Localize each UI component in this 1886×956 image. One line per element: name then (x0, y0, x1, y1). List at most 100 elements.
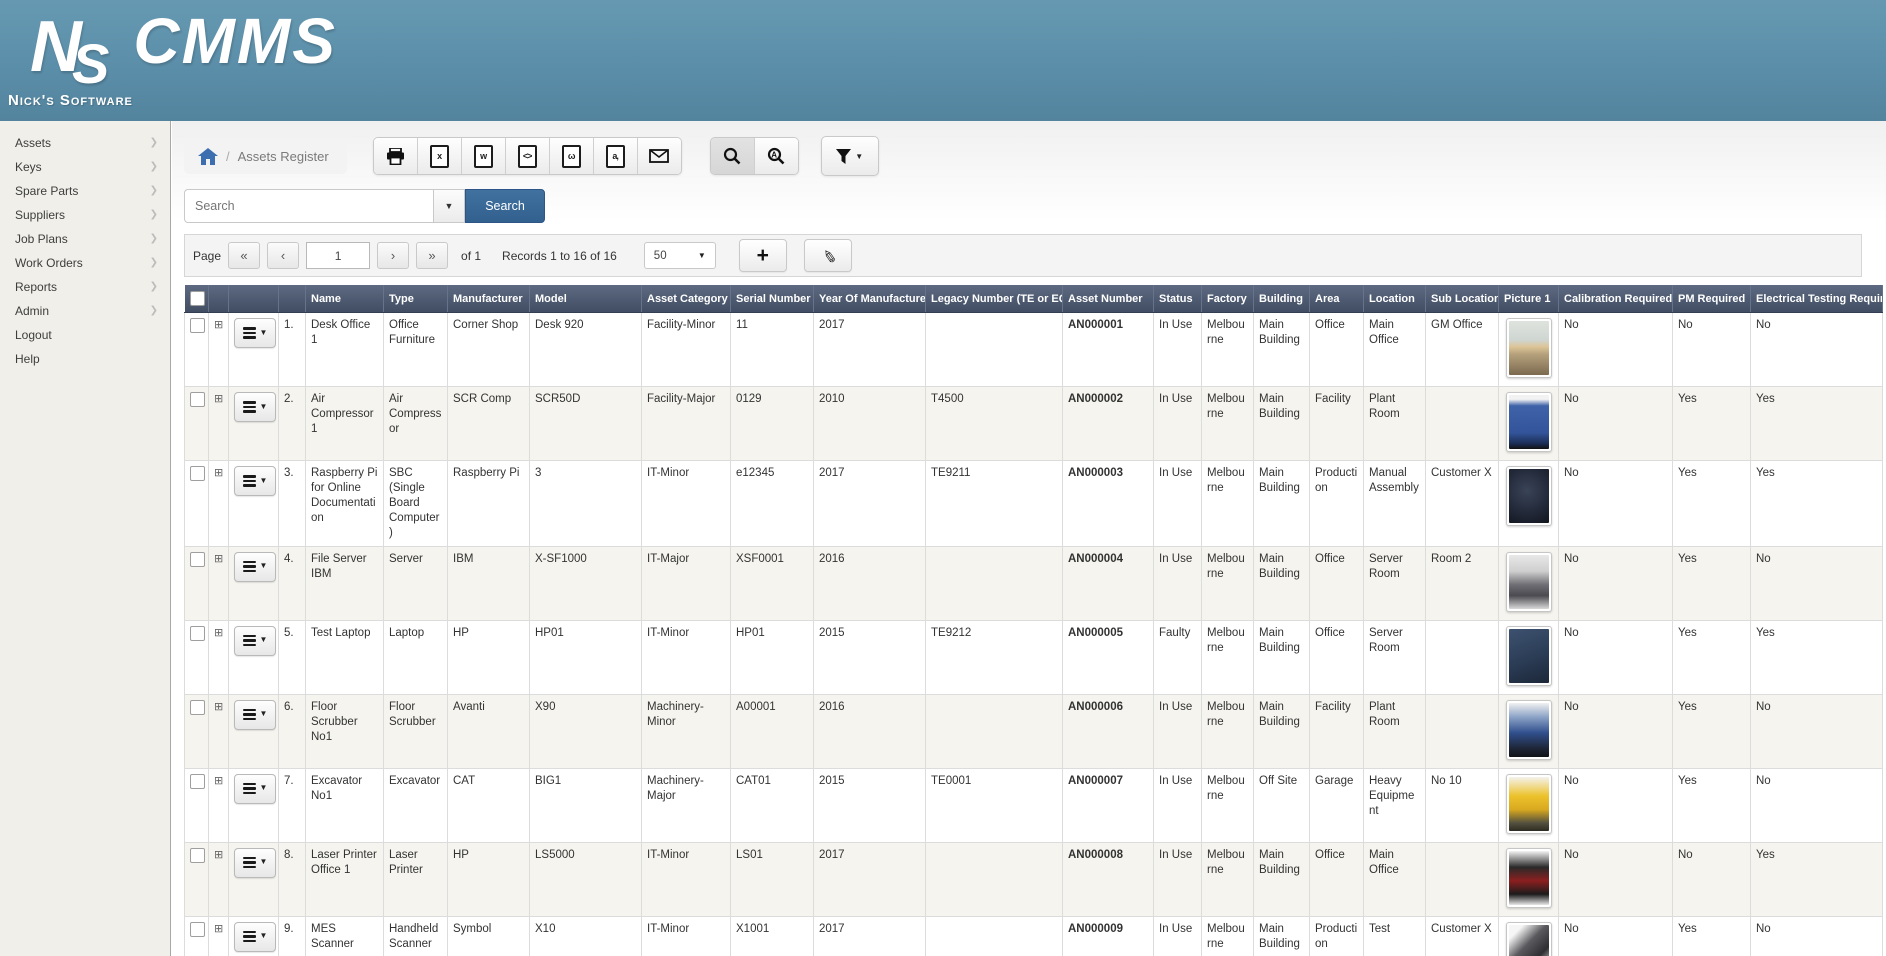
sidebar-item-label: Work Orders (15, 256, 83, 270)
row-actions-menu-button[interactable]: ▼ (234, 626, 276, 656)
cell-legacy: T4500 (926, 387, 1063, 461)
search-button[interactable]: Search (465, 189, 545, 223)
cell-type: Floor Scrubber (384, 694, 448, 768)
sidebar-item-logout[interactable]: Logout (0, 323, 170, 347)
row-actions-menu-button[interactable]: ▼ (234, 466, 276, 496)
row-checkbox[interactable] (190, 552, 205, 567)
cell-location: Server Room (1364, 546, 1426, 620)
column-header-asset-category[interactable]: Asset Category (642, 285, 731, 313)
asset-thumbnail[interactable] (1506, 392, 1552, 452)
asset-thumbnail[interactable] (1506, 848, 1552, 908)
column-header-name[interactable]: Name (306, 285, 384, 313)
page-size-select[interactable]: 50 ▼ (644, 242, 716, 269)
asset-thumbnail[interactable] (1506, 552, 1552, 612)
search-field-dropdown-button[interactable]: ▼ (433, 189, 465, 223)
sidebar-item-admin[interactable]: Admin❯ (0, 299, 170, 323)
column-header-sub-location[interactable]: Sub Location (1426, 285, 1499, 313)
quick-search-toggle-button[interactable] (711, 138, 755, 174)
asset-thumbnail[interactable] (1506, 700, 1552, 760)
column-header-location[interactable]: Location (1364, 285, 1426, 313)
export-csv-button[interactable]: a, (594, 138, 638, 174)
home-icon[interactable] (198, 148, 218, 165)
row-actions-menu-button[interactable]: ▼ (234, 848, 276, 878)
select-all-checkbox[interactable] (190, 291, 205, 306)
asset-thumbnail[interactable] (1506, 922, 1552, 956)
cell-pm: Yes (1673, 768, 1751, 842)
column-header-pm-required[interactable]: PM Required (1673, 285, 1751, 313)
column-header-status[interactable]: Status (1154, 285, 1202, 313)
expand-row-icon[interactable]: ⊞ (214, 319, 223, 331)
cell-calibration: No (1559, 461, 1673, 547)
sidebar-item-keys[interactable]: Keys❯ (0, 155, 170, 179)
expand-row-icon[interactable]: ⊞ (214, 701, 223, 713)
search-input[interactable] (184, 189, 433, 223)
row-actions-menu-button[interactable]: ▼ (234, 552, 276, 582)
column-header-manufacturer[interactable]: Manufacturer (448, 285, 530, 313)
asset-thumbnail[interactable] (1506, 626, 1552, 686)
advanced-search-button[interactable]: A (755, 138, 798, 174)
column-header-factory[interactable]: Factory (1202, 285, 1254, 313)
column-header-building[interactable]: Building (1254, 285, 1310, 313)
row-checkbox[interactable] (190, 392, 205, 407)
cell-serial: CAT01 (731, 768, 814, 842)
column-header-year-of-manufacture[interactable]: Year Of Manufacture (814, 285, 926, 313)
column-header-model[interactable]: Model (530, 285, 642, 313)
next-page-button[interactable]: › (377, 242, 409, 269)
row-actions-menu-button[interactable]: ▼ (234, 922, 276, 952)
sidebar-item-reports[interactable]: Reports❯ (0, 275, 170, 299)
first-page-button[interactable]: « (228, 242, 260, 269)
export-word-button[interactable]: w (462, 138, 506, 174)
cell-type: Server (384, 546, 448, 620)
sidebar-item-suppliers[interactable]: Suppliers❯ (0, 203, 170, 227)
column-header-area[interactable]: Area (1310, 285, 1364, 313)
filter-button[interactable]: ▼ (821, 136, 879, 176)
add-asset-button[interactable]: + (739, 239, 787, 272)
caret-down-icon: ▼ (445, 201, 454, 211)
row-actions-menu-button[interactable]: ▼ (234, 774, 276, 804)
cell-expand: ⊞ (209, 387, 229, 461)
row-checkbox[interactable] (190, 848, 205, 863)
row-actions-menu-button[interactable]: ▼ (234, 392, 276, 422)
email-button[interactable] (638, 138, 681, 174)
column-header-asset-number[interactable]: Asset Number (1063, 285, 1154, 313)
row-actions-menu-button[interactable]: ▼ (234, 318, 276, 348)
expand-row-icon[interactable]: ⊞ (214, 775, 223, 787)
column-header-serial-number[interactable]: Serial Number (731, 285, 814, 313)
row-checkbox[interactable] (190, 626, 205, 641)
expand-row-icon[interactable]: ⊞ (214, 627, 223, 639)
export-excel-button[interactable]: x (418, 138, 462, 174)
row-checkbox[interactable] (190, 774, 205, 789)
column-header-type[interactable]: Type (384, 285, 448, 313)
row-checkbox[interactable] (190, 700, 205, 715)
export-html-button[interactable]: <> (506, 138, 550, 174)
expand-row-icon[interactable]: ⊞ (214, 467, 223, 479)
prev-page-button[interactable]: ‹ (267, 242, 299, 269)
expand-row-icon[interactable]: ⊞ (214, 393, 223, 405)
sidebar-item-spare-parts[interactable]: Spare Parts❯ (0, 179, 170, 203)
row-actions-menu-button[interactable]: ▼ (234, 700, 276, 730)
column-header-calibration-required[interactable]: Calibration Required (1559, 285, 1673, 313)
breadcrumb-separator: / (226, 149, 230, 164)
asset-thumbnail[interactable] (1506, 318, 1552, 378)
page-number-input[interactable] (306, 242, 370, 269)
row-checkbox[interactable] (190, 922, 205, 937)
row-checkbox[interactable] (190, 318, 205, 333)
sidebar-item-assets[interactable]: Assets❯ (0, 131, 170, 155)
expand-row-icon[interactable]: ⊞ (214, 849, 223, 861)
sidebar-item-help[interactable]: Help (0, 347, 170, 371)
print-button[interactable] (374, 138, 418, 174)
cell-legacy (926, 916, 1063, 956)
column-header-electrical-testing-required[interactable]: Electrical Testing Required (1751, 285, 1883, 313)
column-header-legacy-number-te-or-eq-[interactable]: Legacy Number (TE or EQ) (926, 285, 1063, 313)
expand-row-icon[interactable]: ⊞ (214, 553, 223, 565)
sidebar-item-job-plans[interactable]: Job Plans❯ (0, 227, 170, 251)
row-checkbox[interactable] (190, 466, 205, 481)
last-page-button[interactable]: » (416, 242, 448, 269)
sidebar-item-work-orders[interactable]: Work Orders❯ (0, 251, 170, 275)
asset-thumbnail[interactable] (1506, 466, 1552, 526)
expand-row-icon[interactable]: ⊞ (214, 923, 223, 935)
export-json-button[interactable]: ω (550, 138, 594, 174)
column-header-picture-1[interactable]: Picture 1 (1499, 285, 1559, 313)
edit-asset-button[interactable]: ✎ (804, 239, 852, 272)
asset-thumbnail[interactable] (1506, 774, 1552, 834)
